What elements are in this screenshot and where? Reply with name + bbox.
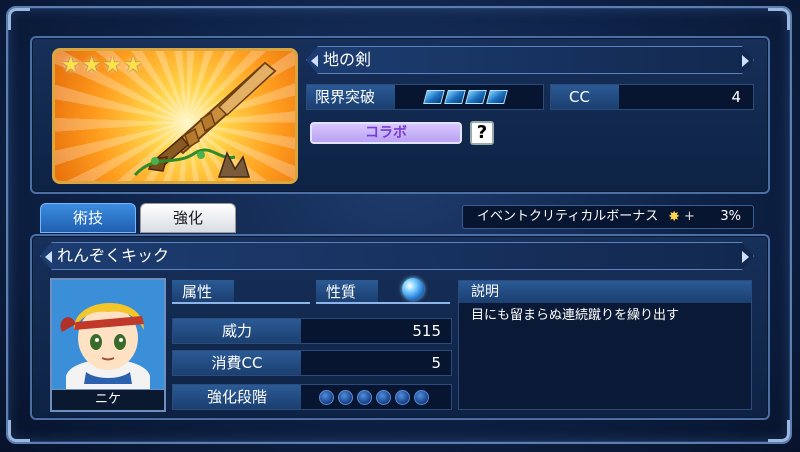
enhance-dot-icon: [357, 389, 372, 405]
cc-label: CC: [551, 85, 619, 109]
nature-orb-icon: [402, 278, 424, 300]
gem-icon: [423, 90, 445, 104]
cc-cost-row: 消費CC 5: [172, 350, 452, 376]
frame-corner: [8, 8, 30, 30]
enhance-level-dots: [319, 389, 429, 405]
power-label: 威力: [173, 319, 301, 343]
star-icon: ★: [61, 53, 81, 78]
collab-badge: コラボ: [310, 122, 462, 144]
frame-corner: [768, 420, 790, 442]
enhance-level-row: 強化段階: [172, 384, 452, 410]
spark-icon: ✸: [668, 209, 680, 225]
bonus-value: 3%: [720, 209, 741, 224]
character-portrait[interactable]: ニケ: [50, 278, 166, 412]
enhance-dot-icon: [376, 389, 391, 405]
enhance-dot-icon: [319, 389, 334, 405]
description-header: 説明: [459, 281, 751, 303]
cc-cost-value: 5: [431, 354, 441, 372]
star-icon: ★: [81, 53, 102, 78]
limit-break-gems: [423, 90, 508, 104]
enhance-dot-icon: [414, 389, 429, 405]
cc-value: 4: [731, 88, 741, 106]
title-left-tick: [311, 55, 318, 67]
critical-bonus-box: イベントクリティカルボーナス ✸ + 3%: [462, 205, 754, 229]
frame-corner: [768, 8, 790, 30]
cc-cost-label: 消費CC: [173, 351, 301, 375]
frame-corner: [8, 420, 30, 442]
character-face-icon: [52, 280, 164, 392]
cc-box: CC 4: [550, 84, 754, 110]
tab-enhance[interactable]: 強化: [140, 203, 236, 233]
power-row: 威力 515: [172, 318, 452, 344]
skill-title-bar: れんぞくキック: [40, 242, 754, 270]
description-box: 説明 目にも留まらぬ連続蹴りを繰り出す: [458, 280, 752, 410]
gem-icon: [486, 90, 508, 104]
title-left-tick: [45, 251, 52, 263]
attribute-underline: [234, 302, 310, 304]
tab-skill[interactable]: 術技: [40, 203, 136, 233]
enhance-dot-icon: [395, 389, 410, 405]
description-text: 目にも留まらぬ連続蹴りを繰り出す: [471, 308, 680, 323]
weapon-card[interactable]: ★ ★ ★ ★: [52, 48, 298, 184]
limit-break-box: 限界突破: [306, 84, 544, 110]
bonus-plus: +: [683, 209, 695, 224]
character-name: ニケ: [52, 389, 164, 410]
attribute-header: 属性: [172, 280, 234, 304]
nature-underline: [378, 302, 450, 304]
skill-name: れんぞくキック: [57, 246, 170, 265]
star-icon: ★: [123, 53, 143, 78]
star-icon: ★: [102, 53, 123, 78]
enhance-level-label: 強化段階: [173, 385, 301, 409]
weapon-name: 地の剣: [323, 50, 372, 69]
limit-break-label: 限界突破: [307, 85, 395, 109]
title-right-tick: [742, 251, 749, 263]
gem-icon: [465, 90, 487, 104]
enhance-dot-icon: [338, 389, 353, 405]
weapon-title-bar: 地の剣: [306, 46, 754, 74]
nature-header: 性質: [316, 280, 378, 304]
title-right-tick: [742, 55, 749, 67]
gem-icon: [444, 90, 466, 104]
bonus-label: イベントクリティカルボーナス: [477, 209, 659, 224]
power-value: 515: [412, 322, 441, 340]
rarity-stars: ★ ★ ★ ★: [61, 55, 143, 77]
help-button[interactable]: ?: [470, 121, 494, 145]
